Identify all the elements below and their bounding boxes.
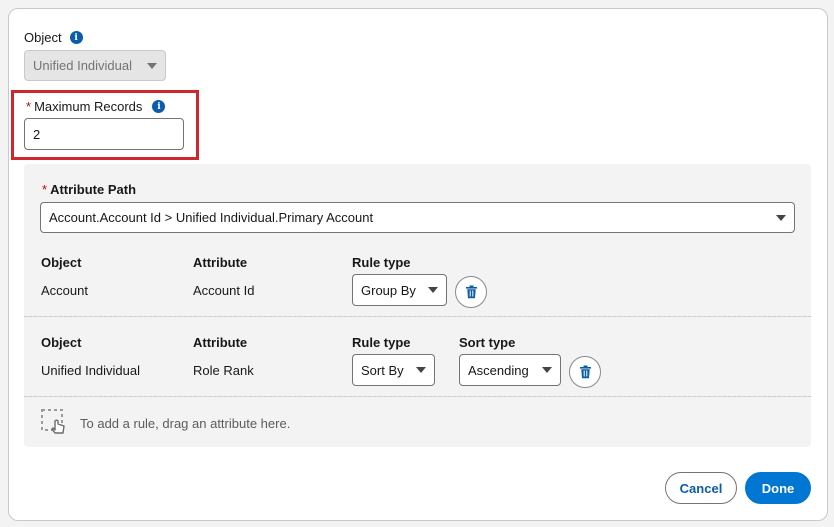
- required-marker: *: [26, 99, 32, 114]
- trash-icon: [465, 285, 477, 299]
- rule-1-delete-button[interactable]: [455, 276, 487, 308]
- rule-1-object-value: Account: [41, 283, 88, 298]
- max-records-info-icon[interactable]: i: [152, 100, 166, 113]
- chevron-down-icon: [147, 62, 157, 69]
- drop-zone-hint: To add a rule, drag an attribute here.: [80, 416, 291, 431]
- attribute-path-label: Attribute Path: [50, 182, 137, 197]
- rule-1-rule-type-select[interactable]: Group By: [352, 274, 447, 306]
- attribute-path-value: Account.Account Id > Unified Individual.…: [49, 210, 374, 225]
- trash-icon: [579, 365, 591, 379]
- rule-2-attribute-header: Attribute: [193, 335, 248, 350]
- object-field-label: Object: [24, 30, 62, 45]
- rule-1-rule-type-value: Group By: [361, 282, 416, 298]
- object-select-value: Unified Individual: [33, 58, 133, 73]
- object-info-icon[interactable]: i: [69, 31, 83, 44]
- required-marker: *: [42, 182, 48, 197]
- chevron-down-icon: [776, 214, 786, 221]
- cancel-button[interactable]: Cancel: [665, 472, 737, 504]
- max-records-value: 2: [33, 126, 41, 142]
- rule-2-sort-type-value: Ascending: [468, 362, 529, 378]
- chevron-down-icon: [542, 367, 552, 373]
- rule-2-sort-type-header: Sort type: [459, 335, 516, 350]
- attribute-path-select[interactable]: Account.Account Id > Unified Individual.…: [40, 202, 795, 233]
- max-records-label: Maximum Records: [34, 99, 143, 114]
- attribute-path-label-row: * Attribute Path: [42, 182, 136, 197]
- rule-1-rule-type-header: Rule type: [352, 255, 411, 270]
- rule-1-attribute-header: Attribute: [193, 255, 248, 270]
- rule-2-rule-type-header: Rule type: [352, 335, 411, 350]
- rule-2-delete-button[interactable]: [569, 356, 601, 388]
- object-field-label-row: Object i: [24, 30, 83, 45]
- object-select: Unified Individual: [24, 50, 166, 81]
- rule-2-rule-type-select[interactable]: Sort By: [352, 354, 435, 386]
- rule-2-attribute-value: Role Rank: [193, 363, 254, 378]
- drag-drop-icon: [41, 409, 69, 435]
- rule-divider: [24, 316, 811, 317]
- chevron-down-icon: [428, 287, 438, 293]
- rule-2-rule-type-value: Sort By: [361, 362, 404, 378]
- max-records-input[interactable]: 2: [24, 118, 184, 150]
- rule-1-object-header: Object: [41, 255, 82, 270]
- rule-2-sort-type-select[interactable]: Ascending: [459, 354, 561, 386]
- chevron-down-icon: [416, 367, 426, 373]
- rule-1-attribute-value: Account Id: [193, 283, 255, 298]
- max-records-label-row: * Maximum Records i: [26, 99, 166, 114]
- done-button[interactable]: Done: [745, 472, 811, 504]
- rule-2-object-header: Object: [41, 335, 82, 350]
- rule-divider: [24, 396, 811, 397]
- rule-2-object-value: Unified Individual: [41, 363, 141, 378]
